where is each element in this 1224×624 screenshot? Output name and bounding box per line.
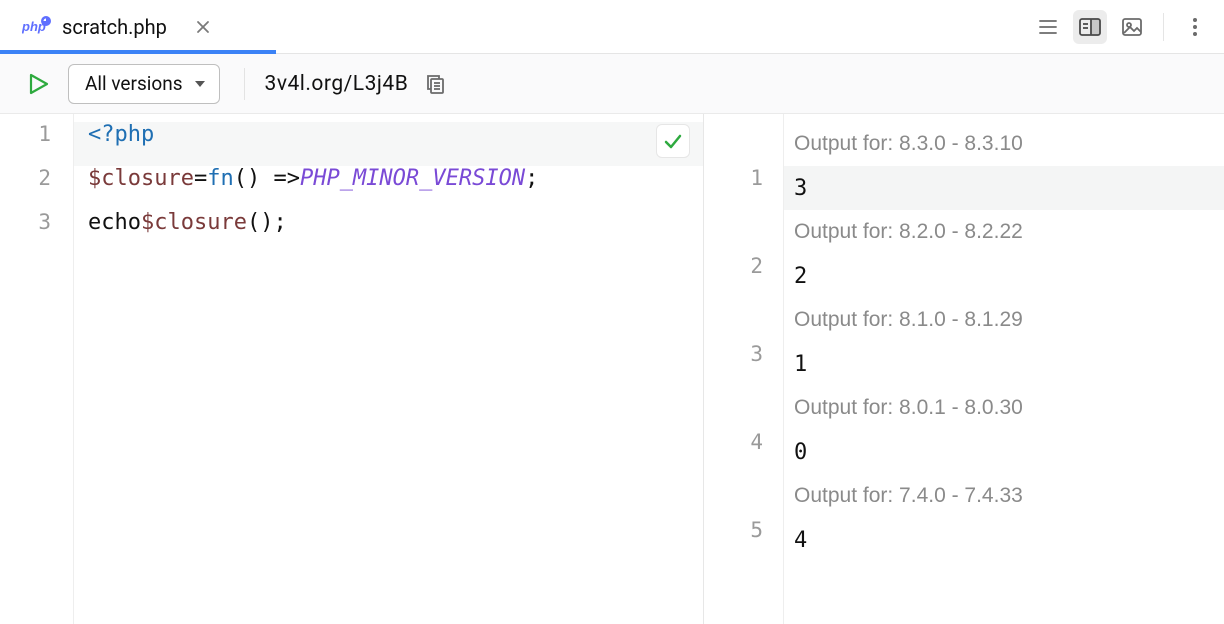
output-gutter: 1 2 3 4 5 — [704, 114, 784, 624]
copy-url-icon[interactable] — [422, 71, 448, 97]
image-view-icon[interactable] — [1115, 10, 1149, 44]
output-line-number: 5 — [704, 518, 783, 562]
php-file-icon: php — [22, 16, 52, 38]
line-number: 2 — [0, 166, 73, 210]
separator — [1163, 13, 1164, 41]
share-url: 3v4l.org/L3j4B — [265, 72, 409, 96]
code-token: = — [194, 166, 207, 191]
code-line[interactable]: echo $closure(); — [74, 210, 704, 254]
output-line-number: 1 — [704, 166, 783, 210]
output-line-number — [704, 386, 783, 430]
output-line-number: 4 — [704, 430, 783, 474]
toolbar: All versions 3v4l.org/L3j4B — [0, 54, 1224, 114]
output-body: Output for: 8.3.0 - 8.3.103Output for: 8… — [784, 114, 1224, 624]
editor-gutter: 123 — [0, 114, 74, 624]
more-menu-icon[interactable] — [1178, 10, 1212, 44]
chevron-down-icon — [193, 79, 207, 89]
output-header: Output for: 8.3.0 - 8.3.10 — [784, 122, 1224, 166]
code-body[interactable]: <?php $closure = fn() => PHP_MINOR_VERSIO… — [74, 114, 704, 624]
output-header: Output for: 8.2.0 - 8.2.22 — [784, 210, 1224, 254]
output-value: 1 — [784, 342, 1224, 386]
code-token: () => — [234, 166, 300, 191]
output-line-number — [704, 210, 783, 254]
active-tab-indicator — [0, 50, 276, 54]
syntax-ok-icon — [656, 124, 690, 158]
run-button[interactable] — [24, 69, 54, 99]
output-value: 3 — [784, 166, 1224, 210]
list-view-icon[interactable] — [1031, 10, 1065, 44]
output-line-number — [704, 122, 783, 166]
tabbar-actions — [1031, 10, 1212, 44]
output-value: 4 — [784, 518, 1224, 562]
output-line-number: 2 — [704, 254, 783, 298]
code-token: ; — [525, 166, 538, 191]
code-line[interactable]: $closure = fn() => PHP_MINOR_VERSION; — [74, 166, 704, 210]
code-token: echo — [88, 210, 141, 235]
output-line-number — [704, 474, 783, 518]
output-value: 2 — [784, 254, 1224, 298]
code-token: $closure — [141, 210, 247, 235]
code-token: <?php — [88, 122, 154, 147]
output-header: Output for: 8.0.1 - 8.0.30 — [784, 386, 1224, 430]
code-token: PHP_MINOR_VERSION — [300, 166, 525, 191]
versions-dropdown-label: All versions — [85, 72, 183, 95]
output-value: 0 — [784, 430, 1224, 474]
tab-close-icon[interactable] — [195, 19, 211, 35]
code-token: $closure — [88, 166, 194, 191]
output-header: Output for: 8.1.0 - 8.1.29 — [784, 298, 1224, 342]
separator — [244, 68, 245, 100]
tab-bar: php scratch.php — [0, 0, 1224, 54]
output-line-number — [704, 298, 783, 342]
editor-output-split: 123 <?php$closure = fn() => PHP_MINOR_VE… — [0, 114, 1224, 624]
output-header: Output for: 7.4.0 - 7.4.33 — [784, 474, 1224, 518]
tab-title: scratch.php — [62, 15, 167, 39]
code-token: (); — [247, 210, 287, 235]
tab-scratch-php[interactable]: php scratch.php — [12, 0, 225, 53]
versions-dropdown[interactable]: All versions — [68, 64, 220, 104]
code-token: fn — [207, 166, 234, 191]
code-line[interactable]: <?php — [74, 122, 704, 166]
line-number: 3 — [0, 210, 73, 254]
output-panel: 12345 Output for: 8.3.0 - 8.3.103Output … — [704, 114, 1224, 624]
code-editor[interactable]: 123 <?php $closure = fn() => PHP_MINOR_VE… — [0, 114, 704, 624]
output-line-number: 3 — [704, 342, 783, 386]
split-view-icon[interactable] — [1073, 10, 1107, 44]
line-number: 1 — [0, 122, 73, 166]
